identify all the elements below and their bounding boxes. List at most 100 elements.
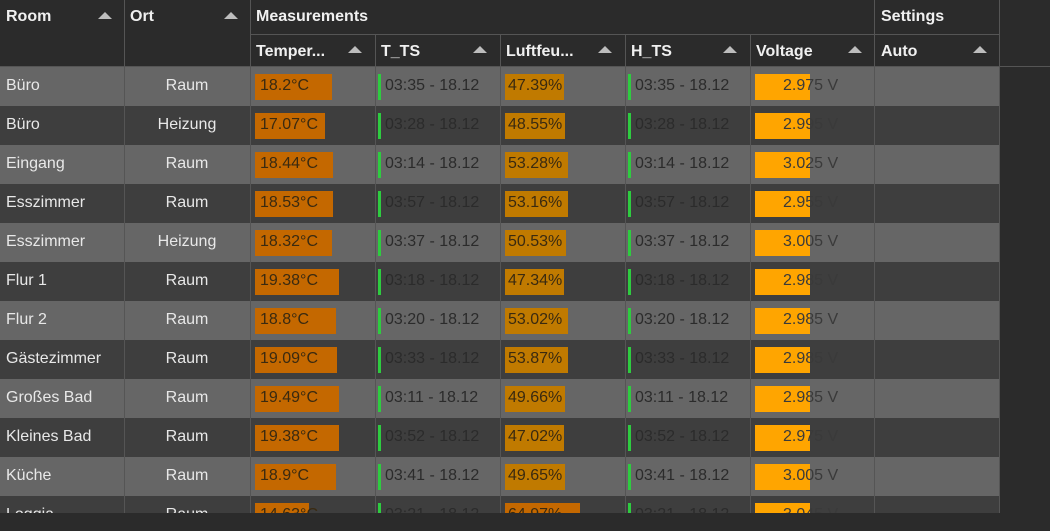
cell-humidity[interactable]: 50.53% [500, 223, 625, 262]
col-header-humidity[interactable]: Luftfeu... [500, 34, 625, 67]
cell-voltage[interactable]: 2.985 V [750, 379, 875, 418]
cell-room[interactable]: Großes Bad [0, 379, 124, 418]
cell-room[interactable]: Flur 1 [0, 262, 124, 301]
cell-room[interactable]: Gästezimmer [0, 340, 124, 379]
cell-voltage[interactable]: 2.995 V [750, 106, 875, 145]
cell-t-ts[interactable]: 03:14 - 18.12 [375, 145, 500, 184]
cell-voltage[interactable]: 2.985 V [750, 262, 875, 301]
cell-humidity[interactable]: 49.65% [500, 457, 625, 496]
cell-h-ts[interactable]: 03:57 - 18.12 [625, 184, 750, 223]
cell-auto[interactable] [875, 379, 1000, 418]
cell-h-ts[interactable]: 03:33 - 18.12 [625, 340, 750, 379]
sort-arrow-icon[interactable] [473, 46, 487, 53]
cell-auto[interactable] [875, 340, 1000, 379]
cell-room[interactable]: Eingang [0, 145, 124, 184]
cell-temperature[interactable]: 19.49°C [250, 379, 375, 418]
cell-t-ts[interactable]: 03:37 - 18.12 [375, 223, 500, 262]
cell-t-ts[interactable]: 03:21 - 18.12 [375, 496, 500, 513]
cell-humidity[interactable]: 64.97% [500, 496, 625, 513]
cell-ort[interactable]: Raum [124, 67, 250, 106]
cell-room[interactable]: Esszimmer [0, 184, 124, 223]
cell-auto[interactable] [875, 262, 1000, 301]
col-header-room[interactable]: Room [0, 0, 124, 67]
cell-h-ts[interactable]: 03:52 - 18.12 [625, 418, 750, 457]
cell-voltage[interactable]: 2.975 V [750, 418, 875, 457]
cell-t-ts[interactable]: 03:35 - 18.12 [375, 67, 500, 106]
cell-h-ts[interactable]: 03:20 - 18.12 [625, 301, 750, 340]
cell-ort[interactable]: Raum [124, 145, 250, 184]
cell-h-ts[interactable]: 03:21 - 18.12 [625, 496, 750, 513]
cell-auto[interactable] [875, 496, 1000, 513]
cell-ort[interactable]: Raum [124, 496, 250, 513]
cell-h-ts[interactable]: 03:41 - 18.12 [625, 457, 750, 496]
cell-voltage[interactable]: 3.005 V [750, 457, 875, 496]
cell-humidity[interactable]: 49.66% [500, 379, 625, 418]
cell-auto[interactable] [875, 106, 1000, 145]
cell-humidity[interactable]: 53.87% [500, 340, 625, 379]
sort-arrow-icon[interactable] [98, 12, 112, 19]
cell-ort[interactable]: Raum [124, 379, 250, 418]
cell-temperature[interactable]: 18.2°C [250, 67, 375, 106]
cell-auto[interactable] [875, 145, 1000, 184]
cell-humidity[interactable]: 53.02% [500, 301, 625, 340]
cell-room[interactable]: Büro [0, 106, 124, 145]
cell-temperature[interactable]: 18.8°C [250, 301, 375, 340]
cell-temperature[interactable]: 17.07°C [250, 106, 375, 145]
cell-auto[interactable] [875, 67, 1000, 106]
cell-temperature[interactable]: 19.38°C [250, 262, 375, 301]
cell-room[interactable]: Kleines Bad [0, 418, 124, 457]
col-header-h-ts[interactable]: H_TS [625, 34, 750, 67]
sort-arrow-icon[interactable] [723, 46, 737, 53]
cell-voltage[interactable]: 2.985 V [750, 340, 875, 379]
col-header-ort[interactable]: Ort [124, 0, 250, 67]
col-header-t-ts[interactable]: T_TS [375, 34, 500, 67]
horizontal-scrollbar[interactable] [0, 513, 1050, 531]
cell-ort[interactable]: Heizung [124, 223, 250, 262]
cell-voltage[interactable]: 3.045 V [750, 496, 875, 513]
cell-t-ts[interactable]: 03:57 - 18.12 [375, 184, 500, 223]
cell-auto[interactable] [875, 301, 1000, 340]
cell-humidity[interactable]: 53.28% [500, 145, 625, 184]
cell-temperature[interactable]: 18.32°C [250, 223, 375, 262]
cell-room[interactable]: Flur 2 [0, 301, 124, 340]
cell-h-ts[interactable]: 03:37 - 18.12 [625, 223, 750, 262]
cell-humidity[interactable]: 53.16% [500, 184, 625, 223]
cell-t-ts[interactable]: 03:33 - 18.12 [375, 340, 500, 379]
sort-arrow-icon[interactable] [348, 46, 362, 53]
cell-auto[interactable] [875, 418, 1000, 457]
cell-voltage[interactable]: 3.005 V [750, 223, 875, 262]
cell-temperature[interactable]: 14.63°C [250, 496, 375, 513]
cell-auto[interactable] [875, 184, 1000, 223]
cell-ort[interactable]: Raum [124, 418, 250, 457]
cell-t-ts[interactable]: 03:52 - 18.12 [375, 418, 500, 457]
cell-t-ts[interactable]: 03:20 - 18.12 [375, 301, 500, 340]
cell-ort[interactable]: Raum [124, 262, 250, 301]
cell-temperature[interactable]: 19.38°C [250, 418, 375, 457]
cell-humidity[interactable]: 47.02% [500, 418, 625, 457]
cell-temperature[interactable]: 18.53°C [250, 184, 375, 223]
sort-arrow-icon[interactable] [224, 12, 238, 19]
cell-voltage[interactable]: 2.955 V [750, 184, 875, 223]
cell-humidity[interactable]: 47.39% [500, 67, 625, 106]
cell-ort[interactable]: Raum [124, 340, 250, 379]
cell-room[interactable]: Esszimmer [0, 223, 124, 262]
col-header-voltage[interactable]: Voltage [750, 34, 875, 67]
cell-room[interactable]: Büro [0, 67, 124, 106]
cell-auto[interactable] [875, 457, 1000, 496]
cell-h-ts[interactable]: 03:28 - 18.12 [625, 106, 750, 145]
cell-temperature[interactable]: 18.9°C [250, 457, 375, 496]
cell-h-ts[interactable]: 03:11 - 18.12 [625, 379, 750, 418]
cell-h-ts[interactable]: 03:18 - 18.12 [625, 262, 750, 301]
cell-voltage[interactable]: 3.025 V [750, 145, 875, 184]
cell-ort[interactable]: Raum [124, 301, 250, 340]
cell-h-ts[interactable]: 03:35 - 18.12 [625, 67, 750, 106]
cell-ort[interactable]: Raum [124, 457, 250, 496]
cell-auto[interactable] [875, 223, 1000, 262]
cell-t-ts[interactable]: 03:28 - 18.12 [375, 106, 500, 145]
cell-room[interactable]: Loggia [0, 496, 124, 513]
cell-ort[interactable]: Heizung [124, 106, 250, 145]
cell-humidity[interactable]: 47.34% [500, 262, 625, 301]
cell-t-ts[interactable]: 03:18 - 18.12 [375, 262, 500, 301]
col-header-temperature[interactable]: Temper... [250, 34, 375, 67]
cell-voltage[interactable]: 2.985 V [750, 301, 875, 340]
